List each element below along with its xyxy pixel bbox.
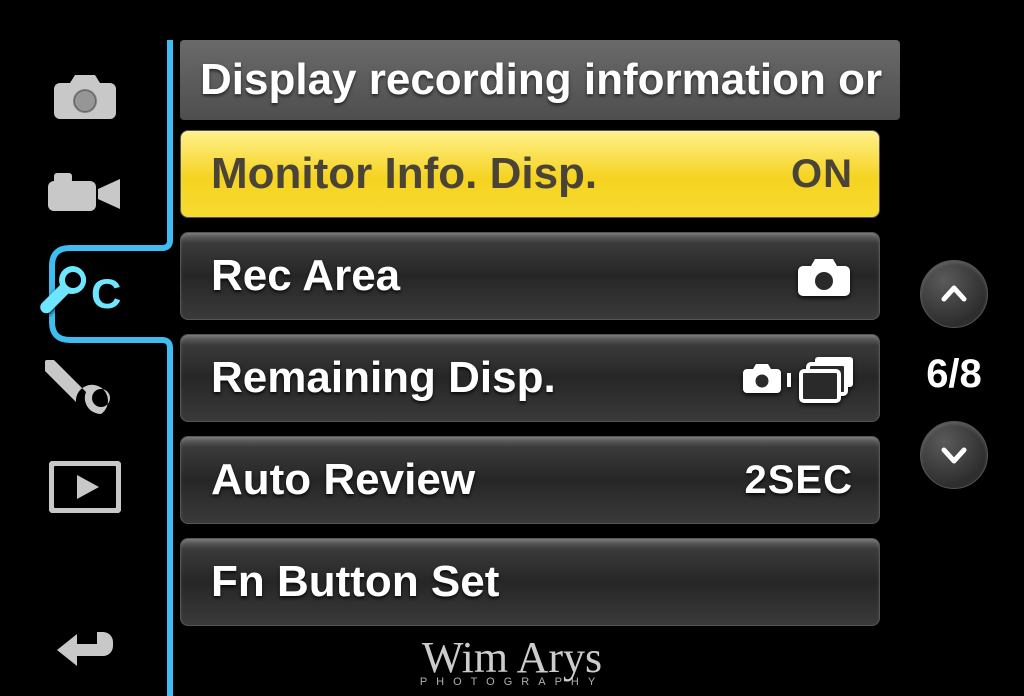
play-icon bbox=[49, 461, 121, 513]
menu-item-remaining-disp[interactable]: Remaining Disp. bbox=[180, 334, 880, 422]
tab-setup[interactable] bbox=[35, 354, 135, 424]
menu-item-value bbox=[795, 254, 853, 298]
tab-playback[interactable] bbox=[35, 452, 135, 522]
menu-item-value: ON bbox=[791, 152, 853, 197]
page-up-button[interactable] bbox=[920, 260, 988, 328]
menu-item-label: Monitor Info. Disp. bbox=[211, 149, 597, 199]
camera-burst-icon bbox=[743, 353, 853, 403]
menu-item-label: Remaining Disp. bbox=[211, 353, 556, 403]
tab-rec[interactable] bbox=[35, 60, 135, 130]
menu-item-auto-review[interactable]: Auto Review 2SEC bbox=[180, 436, 880, 524]
camera-icon bbox=[50, 69, 120, 121]
menu-item-fn-button-set[interactable]: Fn Button Set bbox=[180, 538, 880, 626]
watermark: Wim Arys PHOTOGRAPHY bbox=[420, 636, 604, 688]
menu-item-value bbox=[743, 353, 853, 403]
camera-menu-screen: C Display recording information or Monit… bbox=[0, 0, 1024, 696]
menu-description-header: Display recording information or bbox=[180, 40, 900, 120]
svg-text:C: C bbox=[91, 270, 121, 317]
chevron-up-icon bbox=[940, 280, 968, 308]
return-arrow-icon bbox=[53, 622, 117, 670]
back-button[interactable] bbox=[45, 616, 125, 676]
tab-custom[interactable]: C bbox=[35, 256, 135, 326]
page-navigator: 6/8 bbox=[904, 260, 1004, 489]
tab-motion-picture[interactable] bbox=[35, 158, 135, 228]
menu-item-label: Auto Review bbox=[211, 455, 475, 505]
menu-item-label: Rec Area bbox=[211, 251, 400, 301]
page-down-button[interactable] bbox=[920, 421, 988, 489]
page-indicator: 6/8 bbox=[926, 352, 982, 397]
menu-item-label: Fn Button Set bbox=[211, 557, 499, 607]
menu-item-rec-area[interactable]: Rec Area bbox=[180, 232, 880, 320]
camcorder-icon bbox=[46, 169, 124, 217]
menu-list: Monitor Info. Disp. ON Rec Area Remainin… bbox=[180, 130, 880, 626]
watermark-subtitle: PHOTOGRAPHY bbox=[420, 676, 604, 688]
menu-item-monitor-info-disp[interactable]: Monitor Info. Disp. ON bbox=[180, 130, 880, 218]
menu-tab-sidebar: C bbox=[20, 60, 150, 522]
watermark-signature: Wim Arys bbox=[420, 636, 604, 680]
wrench-c-icon: C bbox=[37, 260, 133, 322]
chevron-down-icon bbox=[940, 441, 968, 469]
wrench-icon bbox=[45, 360, 125, 418]
menu-item-value: 2SEC bbox=[745, 458, 854, 503]
camera-icon bbox=[795, 254, 853, 298]
